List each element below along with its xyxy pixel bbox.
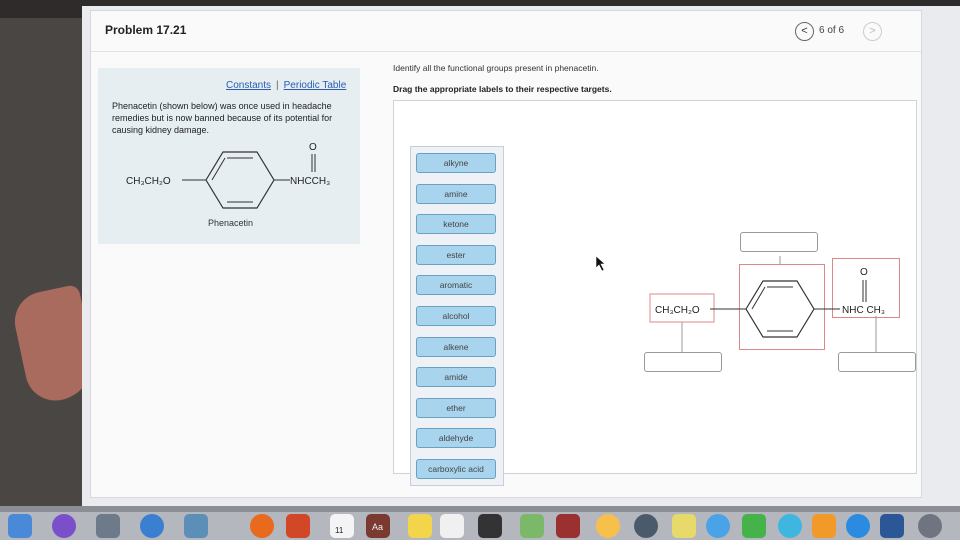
resource-links: Constants | Periodic Table [226, 80, 346, 91]
problem-description: Phenacetin (shown below) was once used i… [112, 101, 333, 135]
draggable-label-carboxylic-acid[interactable]: carboxylic acid [416, 459, 496, 479]
target-aromatic-box[interactable] [740, 232, 818, 252]
stickies-icon[interactable] [520, 514, 544, 538]
messages-icon[interactable] [706, 514, 730, 538]
draggable-label-aromatic[interactable]: aromatic [416, 275, 496, 295]
target-ethoxy-text: CH₃CH₂O [655, 305, 700, 316]
next-arrow-icon[interactable]: > [863, 22, 882, 41]
target-carbonyl-oxygen: O [860, 267, 868, 278]
problem-header: Problem 17.21 < 6 of 6 > [91, 11, 921, 52]
draggable-label-ether[interactable]: ether [416, 398, 496, 418]
target-molecule-structure: CH₃CH₂O NHC CH₃ O [649, 256, 885, 352]
notes-icon[interactable] [408, 514, 432, 538]
constants-link[interactable]: Constants [226, 80, 271, 91]
periodic-table-link[interactable]: Periodic Table [284, 80, 347, 91]
instruction-text: Identify all the functional groups prese… [393, 63, 599, 73]
launchpad-icon[interactable] [96, 514, 120, 538]
dictionary-label: Aa [372, 522, 384, 532]
firefox-icon[interactable] [250, 514, 274, 538]
benzene-ring [205, 151, 275, 209]
music-icon[interactable] [778, 514, 802, 538]
draggable-label-alkyne[interactable]: alkyne [416, 153, 496, 173]
siri-icon[interactable] [52, 514, 76, 538]
calculator-icon[interactable] [478, 514, 502, 538]
molecule-caption: Phenacetin [208, 218, 254, 228]
photo-booth-icon[interactable] [556, 514, 580, 538]
mouse-cursor-icon [596, 256, 606, 272]
target-benzene-ring [745, 280, 815, 338]
draggable-label-alkene[interactable]: alkene [416, 337, 496, 357]
target-amide-text: NHC CH₃ [842, 305, 885, 316]
photos-folder-icon[interactable] [184, 514, 208, 538]
draggable-label-amide[interactable]: amide [416, 367, 496, 387]
draggable-label-alcohol[interactable]: alcohol [416, 306, 496, 326]
calendar-day: 11 [335, 526, 344, 535]
phenacetin-structure: CH₃CH₂O NHCCH₃ O [126, 142, 330, 209]
photos-icon[interactable] [596, 514, 620, 538]
itunes-icon[interactable] [634, 514, 658, 538]
ethoxy-group-text: CH₃CH₂O [126, 176, 171, 187]
link-separator: | [276, 80, 279, 91]
app-store-icon[interactable] [846, 514, 870, 538]
reminders-icon[interactable] [440, 514, 464, 538]
powerpoint-icon[interactable] [286, 514, 310, 538]
safari-icon[interactable] [140, 514, 164, 538]
books-icon[interactable] [812, 514, 836, 538]
target-ring-double-3 [751, 286, 766, 310]
finder-icon[interactable] [8, 514, 32, 538]
carbonyl-oxygen: O [309, 142, 317, 153]
word-icon[interactable] [880, 514, 904, 538]
draggable-label-amine[interactable]: amine [416, 184, 496, 204]
problem-title: Problem 17.21 [105, 23, 187, 37]
facetime-icon[interactable] [742, 514, 766, 538]
amide-group-text: NHCCH₃ [290, 176, 330, 187]
page-counter: 6 of 6 [819, 25, 845, 36]
maps-icon[interactable] [672, 514, 696, 538]
system-preferences-icon[interactable] [918, 514, 942, 538]
draggable-label-ester[interactable]: ester [416, 245, 496, 265]
previous-arrow-icon[interactable]: < [795, 22, 814, 41]
ring-double-bond-3 [211, 157, 226, 181]
instruction-bold: Drag the appropriate labels to their res… [393, 84, 612, 94]
draggable-label-ketone[interactable]: ketone [416, 214, 496, 234]
draggable-label-aldehyde[interactable]: aldehyde [416, 428, 496, 448]
